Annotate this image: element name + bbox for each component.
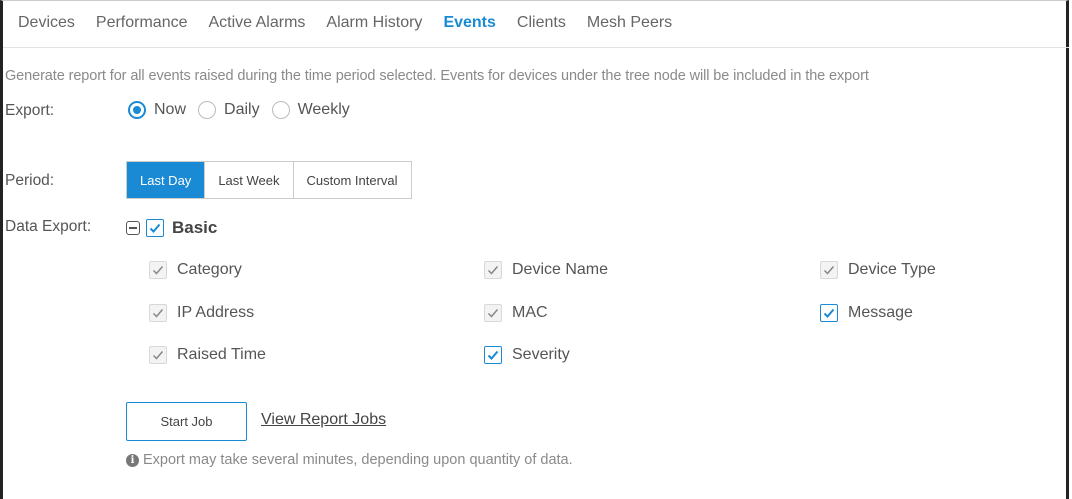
export-note-text: Export may take several minutes, dependi…: [143, 452, 573, 468]
check-icon: [823, 308, 835, 318]
radio-unselected-icon[interactable]: [271, 101, 290, 119]
raised-time-label: Raised Time: [177, 346, 266, 363]
basic-group-header: Basic: [126, 218, 217, 238]
message-checkbox[interactable]: [820, 304, 838, 322]
tab-events[interactable]: Events: [443, 14, 495, 36]
field-category[interactable]: Category: [149, 261, 242, 279]
period-selector: Last Day Last Week Custom Interval: [126, 161, 412, 199]
field-raised-time[interactable]: Raised Time: [149, 346, 266, 364]
export-radio-daily-label: Daily: [224, 101, 260, 118]
radio-selected-icon[interactable]: [128, 101, 146, 119]
tab-devices[interactable]: Devices: [18, 14, 75, 36]
data-export-label: Data Export:: [5, 218, 92, 235]
ip-address-label: IP Address: [177, 304, 255, 321]
category-checkbox[interactable]: [149, 261, 167, 279]
field-message[interactable]: Message: [820, 304, 913, 322]
field-mac[interactable]: MAC: [484, 304, 548, 322]
device-type-checkbox[interactable]: [820, 261, 838, 279]
period-label: Period:: [5, 172, 55, 189]
start-job-button[interactable]: Start Job: [126, 402, 247, 441]
radio-unselected-icon[interactable]: [198, 101, 217, 119]
export-radio-daily[interactable]: Daily: [198, 101, 260, 119]
severity-label: Severity: [512, 346, 570, 363]
category-label: Category: [177, 261, 242, 278]
export-radio-weekly-label: Weekly: [297, 101, 350, 118]
basic-group-label: Basic: [172, 218, 218, 237]
tab-mesh-peers[interactable]: Mesh Peers: [587, 14, 672, 36]
minus-square-icon[interactable]: [126, 221, 140, 235]
device-name-checkbox[interactable]: [484, 261, 502, 279]
raised-time-checkbox[interactable]: [149, 346, 167, 364]
check-icon: [152, 309, 164, 318]
field-device-name[interactable]: Device Name: [484, 261, 608, 279]
export-radio-now[interactable]: Now: [128, 101, 186, 119]
ip-address-checkbox[interactable]: [149, 304, 167, 322]
period-last-day-button[interactable]: Last Day: [127, 162, 206, 198]
field-severity[interactable]: Severity: [484, 346, 570, 364]
field-ip-address[interactable]: IP Address: [149, 304, 254, 322]
tab-performance[interactable]: Performance: [96, 14, 188, 36]
check-icon: [823, 266, 835, 275]
info-icon: i: [126, 453, 139, 467]
check-icon: [487, 350, 499, 360]
device-name-label: Device Name: [512, 261, 609, 278]
severity-checkbox[interactable]: [484, 346, 502, 364]
message-label: Message: [848, 304, 913, 321]
period-last-week-button[interactable]: Last Week: [205, 162, 294, 198]
device-type-label: Device Type: [848, 261, 936, 278]
check-icon: [149, 223, 161, 233]
tabs-divider: [3, 47, 1069, 48]
check-icon: [152, 351, 164, 360]
basic-checkbox[interactable]: [146, 219, 164, 237]
mac-label: MAC: [512, 304, 548, 321]
check-icon: [487, 309, 499, 318]
export-radio-now-label: Now: [154, 101, 187, 118]
tab-bar: Devices Performance Active Alarms Alarm …: [18, 14, 693, 36]
export-radio-group: Now Daily Weekly: [128, 101, 362, 119]
view-report-jobs-link[interactable]: View Report Jobs: [261, 411, 386, 429]
tab-active-alarms[interactable]: Active Alarms: [209, 14, 306, 36]
report-description: Generate report for all events raised du…: [5, 68, 869, 84]
check-icon: [152, 266, 164, 275]
export-note: i Export may take several minutes, depen…: [126, 452, 573, 468]
tab-clients[interactable]: Clients: [517, 14, 566, 36]
mac-checkbox[interactable]: [484, 304, 502, 322]
period-custom-interval-button[interactable]: Custom Interval: [293, 162, 411, 198]
export-label: Export:: [5, 102, 55, 119]
check-icon: [487, 266, 499, 275]
field-device-type[interactable]: Device Type: [820, 261, 936, 279]
export-radio-weekly[interactable]: Weekly: [271, 101, 350, 119]
tab-alarm-history[interactable]: Alarm History: [326, 14, 422, 36]
